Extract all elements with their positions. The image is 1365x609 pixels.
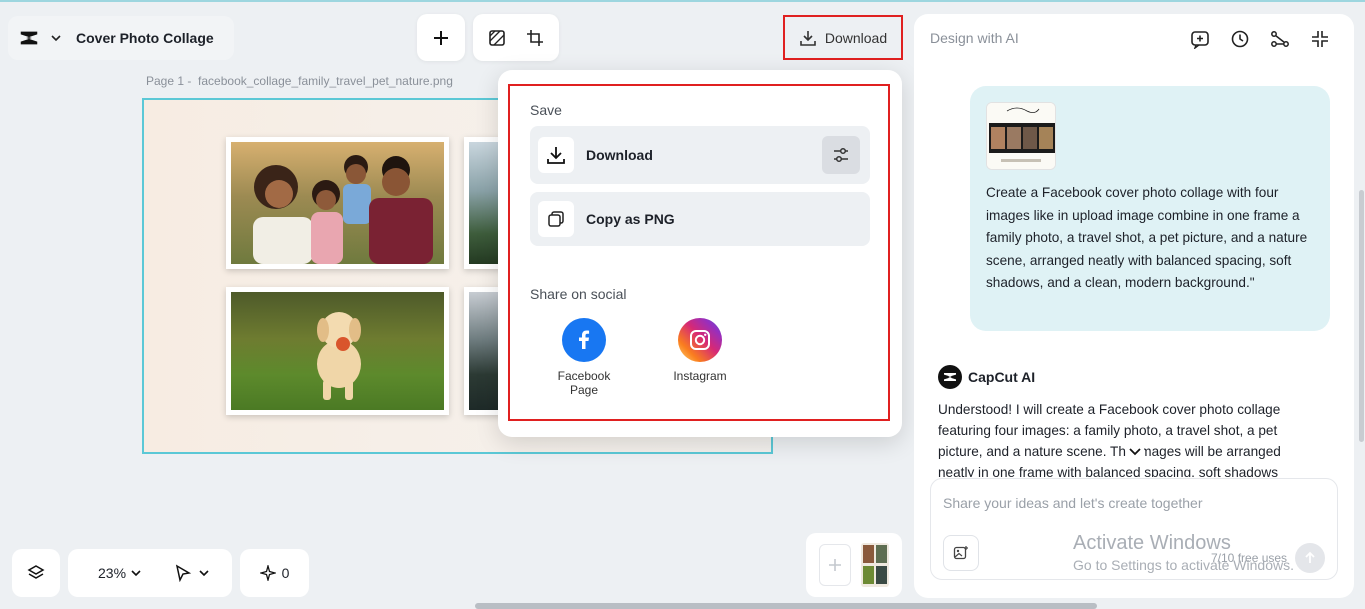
pointer-icon[interactable] <box>174 564 192 582</box>
send-button[interactable] <box>1295 543 1325 573</box>
assistant-message-text: Understood! I will create a Facebook cov… <box>938 402 1281 477</box>
dog-image <box>317 312 361 400</box>
export-settings-button[interactable] <box>822 136 860 174</box>
layers-icon <box>27 565 45 579</box>
copy-png-label: Copy as PNG <box>586 211 675 227</box>
facebook-label: Facebook Page <box>557 369 611 397</box>
collage-photo-pet[interactable] <box>226 287 449 415</box>
download-option-label: Download <box>586 147 653 163</box>
activate-windows-watermark: Activate Windows Go to Settings to activ… <box>1073 532 1294 573</box>
copy-option-icon-box <box>538 201 574 237</box>
zoom-pointer-group: 23% <box>68 549 232 597</box>
family-image <box>253 155 433 264</box>
download-top-label: Download <box>824 29 888 46</box>
resize-icon[interactable] <box>526 29 544 47</box>
activate-line1: Activate Windows <box>1073 532 1231 554</box>
capcut-ai-avatar-icon <box>938 365 962 389</box>
save-section-label: Save <box>530 102 562 118</box>
ai-panel-scrollbar[interactable] <box>1359 190 1364 442</box>
chat-input[interactable] <box>943 495 1323 511</box>
download-option[interactable]: Download <box>530 126 870 184</box>
chevron-down-icon[interactable] <box>50 32 62 44</box>
page-thumbnail[interactable] <box>861 543 889 587</box>
sliders-icon <box>834 147 848 163</box>
facebook-icon <box>562 318 606 362</box>
page-label: Page 1 - facebook_collage_family_travel_… <box>146 74 453 88</box>
sparkle-icon <box>259 565 276 581</box>
project-title[interactable]: Cover Photo Collage <box>76 30 214 46</box>
add-page-button[interactable] <box>819 544 851 586</box>
share-section-label: Share on social <box>530 286 627 302</box>
share-button[interactable] <box>1267 26 1293 52</box>
user-message-text: Create a Facebook cover photo collage wi… <box>986 185 1308 290</box>
canvas-horizontal-scrollbar[interactable] <box>475 603 1097 609</box>
share-instagram-button[interactable]: Instagram <box>660 318 740 384</box>
new-chat-icon <box>1191 31 1209 49</box>
copy-icon <box>548 211 564 227</box>
scroll-down-chevron-icon[interactable] <box>1126 442 1144 460</box>
instagram-label: Instagram <box>673 369 727 383</box>
pages-panel <box>806 533 902 597</box>
send-icon <box>1305 551 1315 563</box>
project-menu[interactable]: Cover Photo Collage <box>8 16 234 60</box>
page-file-name[interactable]: facebook_collage_family_travel_pet_natur… <box>198 74 453 88</box>
ai-magic-button[interactable]: 0 <box>240 549 309 597</box>
top-accent-line <box>0 0 1365 2</box>
assistant-header: CapCut AI <box>938 365 1035 389</box>
copy-png-option[interactable]: Copy as PNG <box>530 192 870 246</box>
capcut-logo-icon <box>20 31 38 45</box>
assistant-name: CapCut AI <box>968 369 1036 385</box>
plus-icon <box>434 30 448 45</box>
zoom-level[interactable]: 23% <box>98 565 126 581</box>
collapse-icon <box>1312 31 1328 47</box>
activate-line2: Go to Settings to activate Windows. <box>1073 557 1294 573</box>
magic-count: 0 <box>281 565 290 581</box>
share-icon <box>1271 31 1289 47</box>
instagram-icon <box>678 318 722 362</box>
new-chat-button[interactable] <box>1187 26 1213 52</box>
page-number: Page 1 - <box>146 74 192 88</box>
ai-panel-title: Design with AI <box>930 30 1019 46</box>
download-icon <box>547 147 565 164</box>
download-icon <box>800 30 816 46</box>
edit-tools-group <box>473 14 559 61</box>
add-button[interactable] <box>417 14 465 61</box>
history-icon <box>1231 30 1249 48</box>
uploaded-image-thumbnail[interactable] <box>986 102 1056 170</box>
layers-button[interactable] <box>12 549 60 597</box>
collage-photo-family[interactable] <box>226 137 449 269</box>
upload-image-button[interactable] <box>943 535 979 571</box>
history-button[interactable] <box>1227 26 1253 52</box>
ai-panel: Design with AI Create a Facebook cover p… <box>914 14 1354 598</box>
share-facebook-button[interactable]: Facebook Page <box>544 318 624 397</box>
user-message-bubble: Create a Facebook cover photo collage wi… <box>970 86 1330 331</box>
download-popover: Save Download Copy as PNG Share on socia… <box>498 70 902 437</box>
background-remove-icon[interactable] <box>488 29 506 47</box>
plus-icon <box>829 559 841 571</box>
collapse-button[interactable] <box>1307 26 1333 52</box>
image-upload-icon <box>953 546 968 560</box>
chevron-down-icon[interactable] <box>130 567 142 579</box>
chevron-down-icon[interactable] <box>198 567 210 579</box>
download-top-button[interactable]: Download <box>783 15 903 60</box>
download-option-icon-box <box>538 137 574 173</box>
